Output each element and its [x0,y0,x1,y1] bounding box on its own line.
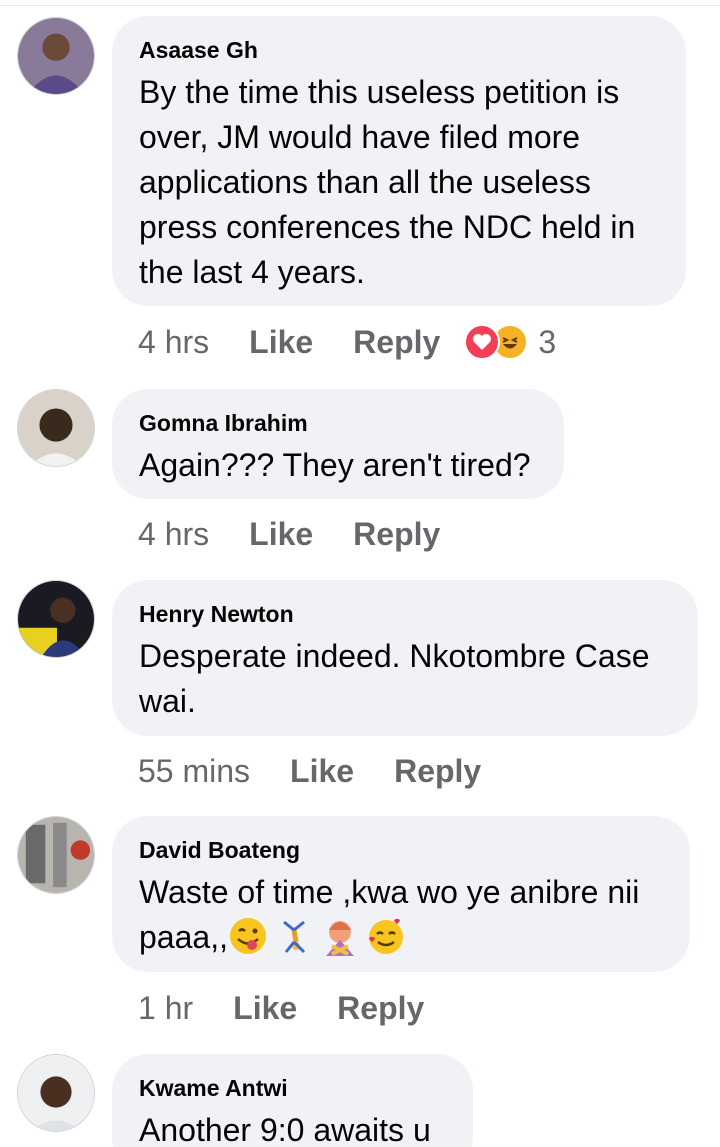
reply-button[interactable]: Reply [353,324,440,361]
comment-text: By the time this useless petition is ove… [139,74,645,290]
comment-actions: 4 hrs Like Reply [138,514,480,554]
reaction-summary[interactable]: 3 [464,324,556,361]
avatar[interactable] [17,17,95,95]
avatar[interactable] [17,1054,95,1132]
comment-author[interactable]: David Boateng [139,836,664,864]
like-button[interactable]: Like [249,324,313,361]
comment-time[interactable]: 4 hrs [138,324,209,361]
comment-bubble: Henry Newton Desperate indeed. Nkotombre… [112,580,698,736]
winking-tongue-emoji [229,918,266,954]
love-reaction-icon [464,324,501,360]
no-gesture-emoji [325,921,354,956]
comment-time[interactable]: 55 mins [138,753,250,790]
avatar[interactable] [17,389,95,467]
smiling-hearts-emoji [368,918,403,954]
like-button[interactable]: Like [233,990,297,1027]
reaction-count: 3 [538,323,557,360]
comment-bubble: Gomna Ibrahim Again??? They aren't tired… [112,389,564,499]
reply-button[interactable]: Reply [353,516,440,553]
reply-button[interactable]: Reply [394,753,481,790]
comment-author[interactable]: Henry Newton [139,600,672,628]
comment-author[interactable]: Asaase Gh [139,36,660,64]
comment-author[interactable]: Gomna Ibrahim [139,409,538,437]
comment-text: Desperate indeed. Nkotombre Case wai. [139,638,659,719]
comment-actions: 4 hrs Like Reply 3 [138,322,556,362]
comment-actions: 55 mins Like Reply [138,751,521,791]
comment-bubble: David Boateng Waste of time ,kwa wo ye a… [112,816,690,972]
comment-actions: 1 hr Like Reply [138,988,464,1028]
comment-bubble: Asaase Gh By the time this useless petit… [112,16,686,306]
comment-text-line: Waste of time ,kwa wo ye anibre nii [139,874,640,910]
comment-author[interactable]: Kwame Antwi [139,1074,447,1102]
top-divider [0,0,720,6]
comment-text-line: paaa,, [139,919,228,955]
avatar[interactable] [17,816,95,894]
reply-button[interactable]: Reply [337,990,424,1027]
comment-text: Again??? They aren't tired? [139,447,531,483]
cartwheel-emoji [283,920,306,954]
comment-bubble: Kwame Antwi Another 9:0 awaits u [112,1054,473,1147]
like-button[interactable]: Like [249,516,313,553]
comment-text: Waste of time ,kwa wo ye anibre nii paaa… [139,870,664,960]
comment-time[interactable]: 4 hrs [138,516,209,553]
like-button[interactable]: Like [290,753,354,790]
avatar[interactable] [17,580,95,658]
comment-time[interactable]: 1 hr [138,990,193,1027]
comment-text: Another 9:0 awaits u [139,1112,431,1147]
